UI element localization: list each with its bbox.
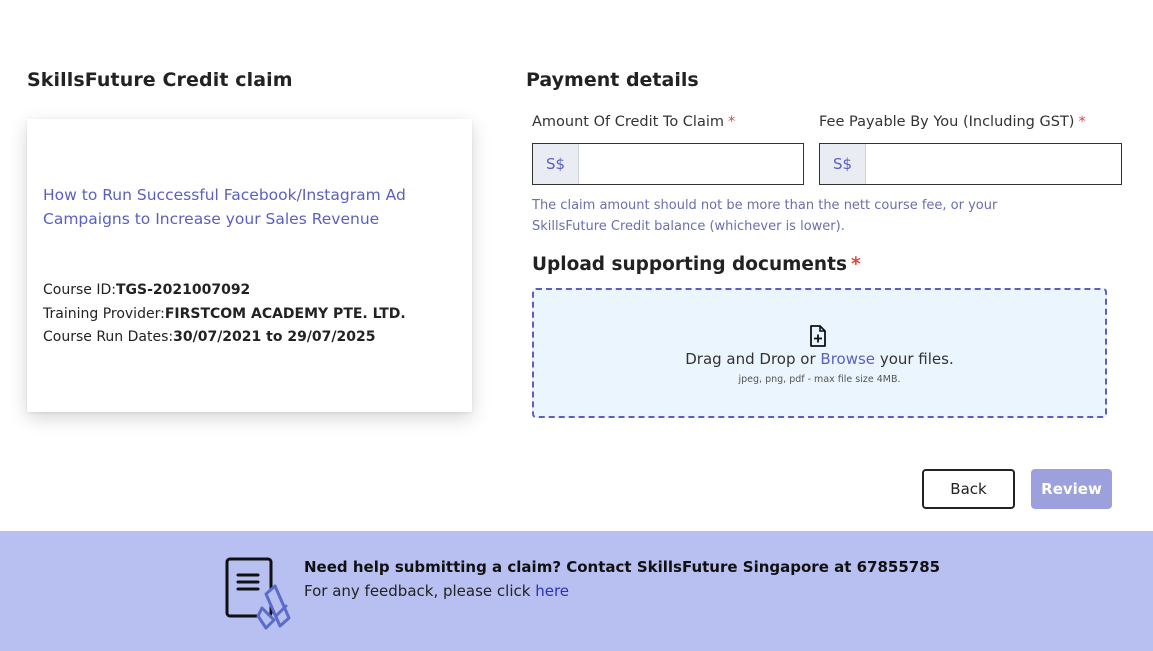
file-plus-icon [810, 325, 826, 347]
fee-payable-field: S$ [819, 143, 1122, 185]
upload-documents-title: Upload supporting documents * [532, 254, 861, 275]
course-meta: Course ID:TGS-2021007092 Training Provid… [43, 279, 406, 350]
course-name: How to Run Successful Facebook/Instagram… [43, 186, 406, 228]
payment-details-title: Payment details [526, 69, 699, 91]
course-run-dates-row: Course Run Dates:30/07/2021 to 29/07/202… [43, 326, 406, 350]
currency-prefix: S$ [533, 144, 579, 184]
amount-of-credit-label: Amount Of Credit To Claim * [532, 114, 735, 130]
course-run-dates-label: Course Run Dates: [43, 329, 174, 345]
amount-of-credit-input[interactable] [579, 144, 803, 184]
course-id-value: TGS-2021007092 [115, 282, 251, 298]
training-provider-value: FIRSTCOM ACADEMY PTE. LTD. [164, 305, 406, 322]
training-provider-row: Training Provider:FIRSTCOM ACADEMY PTE. … [43, 303, 406, 327]
back-button[interactable]: Back [922, 469, 1015, 509]
required-marker: * [850, 254, 861, 275]
required-marker: * [728, 114, 736, 130]
amount-of-credit-label-text: Amount Of Credit To Claim [532, 114, 724, 130]
browse-link[interactable]: Browse [820, 350, 875, 368]
upload-documents-title-text: Upload supporting documents [532, 254, 847, 275]
help-footer: Need help submitting a claim? Contact Sk… [0, 531, 1153, 651]
feedback-text: For any feedback, please click here [304, 582, 569, 600]
feedback-link[interactable]: here [535, 582, 569, 600]
course-id-label: Course ID: [43, 282, 116, 298]
review-button[interactable]: Review [1031, 469, 1112, 509]
training-provider-label: Training Provider: [43, 305, 165, 322]
left-section-title: SkillsFuture Credit claim [27, 69, 293, 91]
feedback-text-label: For any feedback, please click [304, 582, 531, 600]
dropzone-text-after: your files. [879, 350, 954, 368]
currency-prefix: S$ [820, 144, 866, 184]
fee-payable-input[interactable] [866, 144, 1121, 184]
course-card: How to Run Successful Facebook/Instagram… [27, 119, 472, 412]
amount-of-credit-field: S$ [532, 143, 804, 185]
dropzone-text-before: Drag and Drop or [685, 350, 816, 368]
required-marker: * [1078, 114, 1086, 130]
course-id-row: Course ID:TGS-2021007092 [43, 279, 406, 303]
document-pen-icon [225, 557, 291, 630]
dropzone-instructions: Drag and Drop or Browse your files. [534, 350, 1105, 368]
file-dropzone[interactable]: Drag and Drop or Browse your files. jpeg… [532, 288, 1107, 418]
help-contact-text: Need help submitting a claim? Contact Sk… [304, 558, 941, 576]
course-run-dates-value: 30/07/2021 to 29/07/2025 [173, 329, 376, 345]
file-type-hint: jpeg, png, pdf - max file size 4MB. [738, 374, 901, 385]
fee-payable-label: Fee Payable By You (Including GST) * [819, 114, 1086, 130]
claim-amount-hint: The claim amount should not be more than… [532, 198, 998, 234]
fee-payable-label-text: Fee Payable By You (Including GST) [819, 114, 1075, 130]
